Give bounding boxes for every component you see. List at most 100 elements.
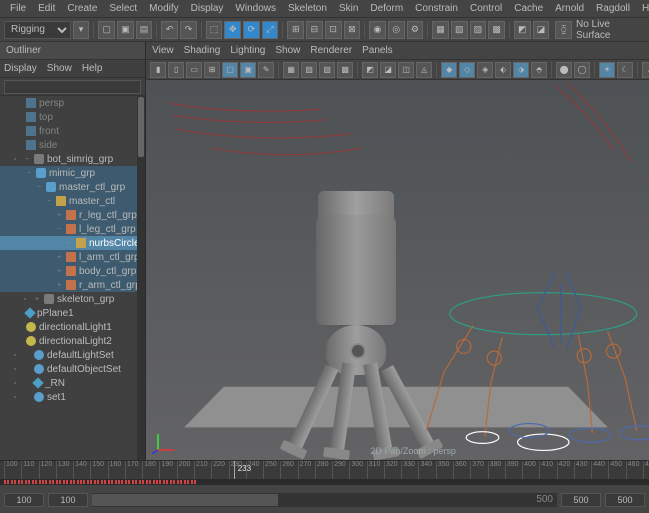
tree-node-directionalLight1[interactable]: directionalLight1 [0, 320, 145, 334]
keyframe[interactable] [14, 480, 16, 484]
expander-icon[interactable]: + [54, 252, 64, 262]
tree-node-defaultObjectSet[interactable]: ▫defaultObjectSet [0, 362, 145, 376]
expander-icon[interactable] [14, 112, 24, 122]
keyframe[interactable] [139, 480, 141, 484]
keyframe[interactable] [94, 480, 96, 484]
keyframe[interactable] [166, 480, 168, 484]
view-tool-isolate[interactable]: ◩ [362, 62, 378, 78]
expander-icon[interactable] [14, 308, 24, 318]
range-end-inner-input[interactable] [561, 493, 601, 507]
view-menu-lighting[interactable]: Lighting [230, 45, 265, 56]
keyframe[interactable] [125, 480, 127, 484]
menu-skeleton[interactable]: Skeleton [282, 3, 333, 14]
keyframe[interactable] [87, 480, 89, 484]
vis-box-icon[interactable]: ▫ [20, 294, 30, 304]
tree-node-master_ctl_grp[interactable]: −master_ctl_grp [0, 180, 145, 194]
view-tool-camera[interactable]: ▮ [150, 62, 166, 78]
view-tool-grid[interactable]: ⊞ [204, 62, 220, 78]
view-tool-exposure[interactable]: ☀ [599, 62, 615, 78]
timeline-keys[interactable] [0, 479, 649, 485]
shelf-icon-render[interactable]: ◉ [369, 21, 386, 39]
shelf-icon-layout1[interactable]: ▦ [432, 21, 449, 39]
keyframe[interactable] [90, 480, 92, 484]
tree-node-master_ctl[interactable]: −master_ctl [0, 194, 145, 208]
view-tool-viewcube3[interactable]: ◈ [477, 62, 493, 78]
keyframe[interactable] [115, 480, 117, 484]
shelf-icon-snap-curve[interactable]: ⊟ [306, 21, 323, 39]
expander-icon[interactable] [14, 140, 24, 150]
keyframe[interactable] [7, 480, 9, 484]
view-tool-resolution[interactable]: ▣ [240, 62, 256, 78]
tree-node-directionalLight2[interactable]: directionalLight2 [0, 334, 145, 348]
tree-node-defaultLightSet[interactable]: ▫defaultLightSet [0, 348, 145, 362]
keyframe[interactable] [70, 480, 72, 484]
expander-icon[interactable] [14, 98, 24, 108]
expander-icon[interactable]: + [54, 266, 64, 276]
keyframe[interactable] [149, 480, 151, 484]
keyframe[interactable] [25, 480, 27, 484]
expander-icon[interactable]: + [54, 210, 64, 220]
shelf-icon-scale[interactable]: ⤢ [262, 21, 279, 39]
magnet-icon[interactable]: ⧲ [555, 21, 572, 39]
view-tool-ao[interactable]: ◬ [416, 62, 432, 78]
keyframe[interactable] [128, 480, 130, 484]
keyframe[interactable] [163, 480, 165, 484]
keyframe[interactable] [180, 480, 182, 484]
view-tool-viewcube2[interactable]: ◇ [459, 62, 475, 78]
menu-skin[interactable]: Skin [333, 3, 364, 14]
workspace-dropdown[interactable]: Rigging [4, 21, 71, 39]
shelf-icon-construction[interactable]: ◩ [514, 21, 531, 39]
keyframe[interactable] [191, 480, 193, 484]
menu-display[interactable]: Display [185, 3, 230, 14]
shelf-icon-layout4[interactable]: ▩ [488, 21, 505, 39]
shelf-icon-render-settings[interactable]: ⚙ [407, 21, 424, 39]
keyframe[interactable] [132, 480, 134, 484]
keyframe[interactable] [104, 480, 106, 484]
view-tool-playblast[interactable]: ◯ [574, 62, 590, 78]
keyframe[interactable] [39, 480, 41, 484]
outliner-menu-help[interactable]: Help [82, 63, 103, 74]
menu-cache[interactable]: Cache [508, 3, 549, 14]
tree-node-body_ctl_grp[interactable]: +body_ctl_grp [0, 264, 145, 278]
tree-node-side[interactable]: side [0, 138, 145, 152]
outliner-menu-show[interactable]: Show [47, 63, 72, 74]
dropdown-toggle-icon[interactable]: ▾ [73, 21, 90, 39]
keyframe[interactable] [159, 480, 161, 484]
vis-box-icon[interactable]: ▫ [10, 378, 20, 388]
expander-icon[interactable] [14, 322, 24, 332]
view-tool-viewcube1[interactable]: ◆ [441, 62, 457, 78]
expander-icon[interactable] [14, 126, 24, 136]
tree-node-nurbsCircle3[interactable]: +nurbsCircle3 [0, 236, 145, 250]
keyframe[interactable] [28, 480, 30, 484]
shelf-icon-open[interactable]: ▣ [117, 21, 134, 39]
keyframe[interactable] [77, 480, 79, 484]
range-slider[interactable]: 500 [92, 493, 557, 507]
shelf-icon-save[interactable]: ▤ [136, 21, 153, 39]
expander-icon[interactable] [14, 336, 24, 346]
shelf-icon-snap-plane[interactable]: ⊠ [344, 21, 361, 39]
keyframe[interactable] [35, 480, 37, 484]
menu-ragdoll[interactable]: Ragdoll [590, 3, 636, 14]
keyframe[interactable] [4, 480, 6, 484]
keyframe[interactable] [52, 480, 54, 484]
keyframe[interactable] [108, 480, 110, 484]
tree-node-l_arm_ctl_grp[interactable]: +l_arm_ctl_grp [0, 250, 145, 264]
view-menu-show[interactable]: Show [275, 45, 300, 56]
shelf-icon-ipr[interactable]: ◎ [388, 21, 405, 39]
keyframe[interactable] [18, 480, 20, 484]
shelf-icon-select[interactable]: ⬚ [206, 21, 223, 39]
tree-node-skeleton_grp[interactable]: ▫+skeleton_grp [0, 292, 145, 306]
expander-icon[interactable] [22, 364, 32, 374]
range-start-inner-input[interactable] [48, 493, 88, 507]
view-tool-gate[interactable]: ▢ [222, 62, 238, 78]
expander-icon[interactable]: + [64, 238, 74, 248]
view-tool-textured[interactable]: ▨ [319, 62, 335, 78]
menu-edit[interactable]: Edit [32, 3, 61, 14]
shelf-icon-layout2[interactable]: ▧ [451, 21, 468, 39]
keyframe[interactable] [187, 480, 189, 484]
expander-icon[interactable] [22, 392, 32, 402]
tree-node-front[interactable]: front [0, 124, 145, 138]
shelf-icon-symmetry[interactable]: ◪ [533, 21, 550, 39]
view-tool-arrow[interactable]: ↗ [642, 62, 649, 78]
vis-box-icon[interactable]: ▫ [10, 364, 20, 374]
